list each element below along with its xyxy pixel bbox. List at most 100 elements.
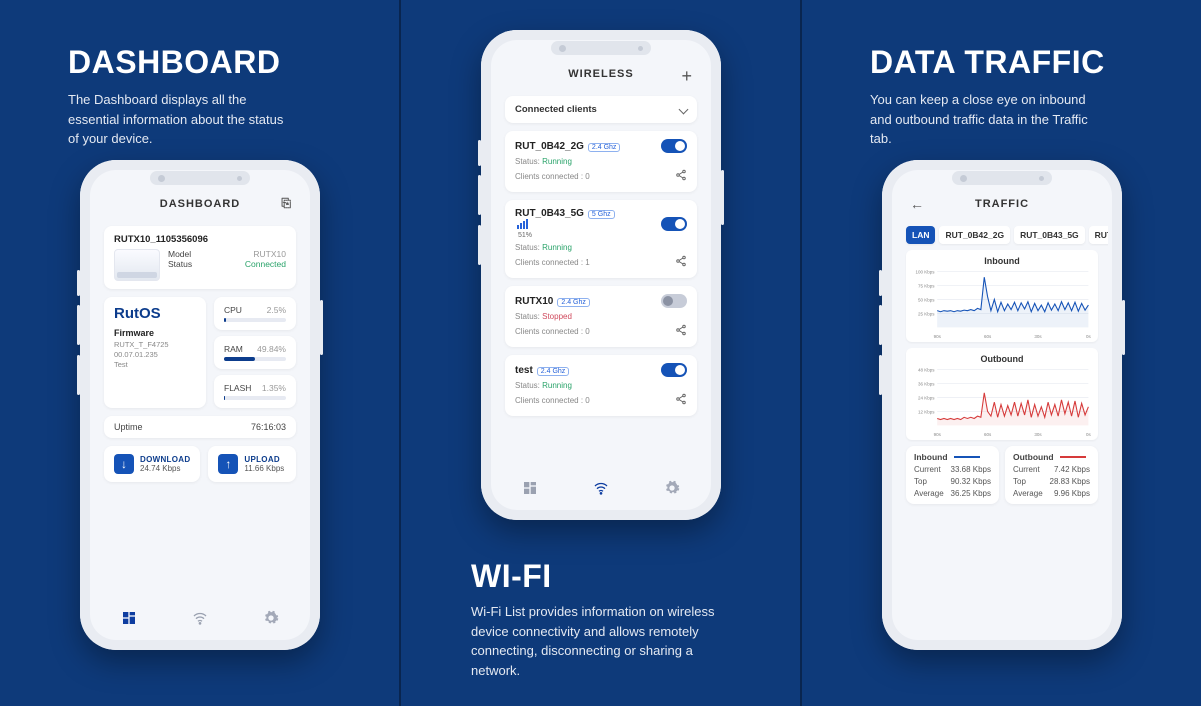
traffic-phone: ← TRAFFIC LANRUT_0B42_2GRUT_0B43_5GRUTX1… <box>882 160 1122 650</box>
tab-wifi-icon[interactable] <box>192 610 208 626</box>
wifi-clients: Clients connected : 1 <box>515 258 590 267</box>
share-icon[interactable] <box>675 324 687 339</box>
outbound-chart: Outbound 12 Kbps24 Kbps36 Kbps48 Kbps90s… <box>906 348 1098 440</box>
wifi-status: Status: Running <box>515 157 687 166</box>
wifi-name: test <box>515 365 533 376</box>
panel3-desc: You can keep a close eye on inbound and … <box>870 90 1100 149</box>
upload-label: UPLOAD <box>244 455 284 464</box>
exit-icon[interactable]: ⎘ <box>281 196 292 211</box>
status-value: Connected <box>245 259 286 269</box>
flash-label: FLASH <box>224 383 251 393</box>
traffic-tab[interactable]: RUTX10 <box>1089 226 1108 244</box>
in-avg-label: Average <box>914 489 944 498</box>
uptime-label: Uptime <box>114 422 143 432</box>
tab-settings-icon[interactable] <box>664 480 680 496</box>
inbound-legend-title: Inbound <box>914 452 948 462</box>
uptime-value: 76:16:03 <box>251 422 286 432</box>
share-icon[interactable] <box>675 169 687 184</box>
model-value: RUTX10 <box>253 249 286 259</box>
flash-value: 1.35% <box>262 383 286 393</box>
upload-icon: ↑ <box>218 454 238 474</box>
svg-text:48 Kbps: 48 Kbps <box>918 367 935 372</box>
wifi-status: Status: Stopped <box>515 312 687 321</box>
svg-text:25 Kbps: 25 Kbps <box>918 311 935 316</box>
back-icon[interactable]: ← <box>910 196 925 212</box>
traffic-tab[interactable]: LAN <box>906 226 935 244</box>
upload-value: 11.66 Kbps <box>244 464 284 473</box>
traffic-tab[interactable]: RUT_0B42_2G <box>939 226 1010 244</box>
wifi-toggle[interactable] <box>661 217 687 231</box>
download-label: DOWNLOAD <box>140 455 190 464</box>
in-current-value: 33.68 Kbps <box>951 465 991 474</box>
device-card: RUTX10_1105356096 Model RUTX10 Status Conn… <box>104 226 296 289</box>
svg-text:75 Kbps: 75 Kbps <box>918 283 935 288</box>
wireless-phone: WIRELESS + Connected clients RUT_0B42_2G… <box>481 30 721 520</box>
firmware-value: RUTX_T_F472500.07.01.235Test <box>114 340 196 369</box>
traffic-tabs: LANRUT_0B42_2GRUT_0B43_5GRUTX10 <box>906 226 1098 244</box>
device-name: RUTX10_1105356096 <box>114 234 286 245</box>
svg-text:0s: 0s <box>1086 432 1092 437</box>
svg-text:36 Kbps: 36 Kbps <box>918 381 935 386</box>
wireless-title: WIRELESS <box>568 68 633 80</box>
svg-text:100 Kbps: 100 Kbps <box>915 269 935 274</box>
add-icon[interactable]: + <box>681 66 693 87</box>
tab-settings-icon[interactable] <box>263 610 279 626</box>
in-top-value: 90.32 Kbps <box>951 477 991 486</box>
download-card[interactable]: ↓ DOWNLOAD24.74 Kbps <box>104 446 200 482</box>
wifi-clients: Clients connected : 0 <box>515 327 590 336</box>
traffic-title: TRAFFIC <box>975 198 1029 210</box>
wifi-band-badge: 2.4 Ghz <box>588 143 621 152</box>
phone-notch <box>551 41 651 55</box>
wifi-network-card[interactable]: RUTX10 2.4 Ghz Status: Stopped Clients co… <box>505 286 697 347</box>
wifi-clients: Clients connected : 0 <box>515 396 590 405</box>
inbound-color-bar <box>954 456 980 458</box>
svg-text:50 Kbps: 50 Kbps <box>918 297 935 302</box>
tab-dashboard-icon[interactable] <box>522 480 538 496</box>
wifi-band-badge: 2.4 Ghz <box>537 367 570 376</box>
wifi-band-badge: 2.4 Ghz <box>557 298 590 307</box>
wifi-status: Status: Running <box>515 381 687 390</box>
out-current-value: 7.42 Kbps <box>1054 465 1090 474</box>
svg-text:0s: 0s <box>1086 334 1092 339</box>
cpu-value: 2.5% <box>267 305 286 315</box>
out-avg-value: 9.96 Kbps <box>1054 489 1090 498</box>
share-icon[interactable] <box>675 255 687 270</box>
dashboard-phone: DASHBOARD ⎘ RUTX10_1105356096 ModelRUTX1… <box>80 160 320 650</box>
outbound-legend-title: Outbound <box>1013 452 1054 462</box>
chevron-down-icon <box>680 105 687 115</box>
wifi-network-card[interactable]: RUT_0B43_5G5 Ghz51% Status: Running Clie… <box>505 200 697 278</box>
inbound-chart-title: Inbound <box>912 256 1092 266</box>
wifi-network-card[interactable]: RUT_0B42_2G 2.4 Ghz Status: Running Clien… <box>505 131 697 192</box>
outbound-stats-card: Outbound Current7.42 Kbps Top28.83 Kbps … <box>1005 446 1098 504</box>
wifi-clients: Clients connected : 0 <box>515 172 590 181</box>
phone-notch <box>952 171 1052 185</box>
svg-text:30s: 30s <box>1034 334 1042 339</box>
download-value: 24.74 Kbps <box>140 464 190 473</box>
share-icon[interactable] <box>675 393 687 408</box>
ram-label: RAM <box>224 344 243 354</box>
wifi-toggle[interactable] <box>661 294 687 308</box>
wifi-name: RUT_0B42_2G <box>515 141 584 152</box>
device-image <box>114 249 160 281</box>
panel2-desc: Wi-Fi List provides information on wirel… <box>471 602 731 680</box>
model-label: Model <box>168 249 191 259</box>
outbound-color-bar <box>1060 456 1086 458</box>
traffic-tab[interactable]: RUT_0B43_5G <box>1014 226 1085 244</box>
upload-card[interactable]: ↑ UPLOAD11.66 Kbps <box>208 446 296 482</box>
connected-clients-label: Connected clients <box>515 104 597 115</box>
tab-dashboard-icon[interactable] <box>121 610 137 626</box>
status-label: Status <box>168 259 192 269</box>
connected-clients-section[interactable]: Connected clients <box>505 96 697 123</box>
tab-wifi-icon[interactable] <box>593 480 609 496</box>
svg-text:24 Kbps: 24 Kbps <box>918 395 935 400</box>
wifi-toggle[interactable] <box>661 139 687 153</box>
wifi-network-card[interactable]: test 2.4 Ghz Status: Running Clients conn… <box>505 355 697 416</box>
wifi-toggle[interactable] <box>661 363 687 377</box>
phone-notch <box>150 171 250 185</box>
ram-value: 49.84% <box>257 344 286 354</box>
download-icon: ↓ <box>114 454 134 474</box>
svg-text:60s: 60s <box>984 432 992 437</box>
dashboard-title: DASHBOARD <box>160 198 241 210</box>
out-current-label: Current <box>1013 465 1040 474</box>
wifi-name: RUTX10 <box>515 296 553 307</box>
